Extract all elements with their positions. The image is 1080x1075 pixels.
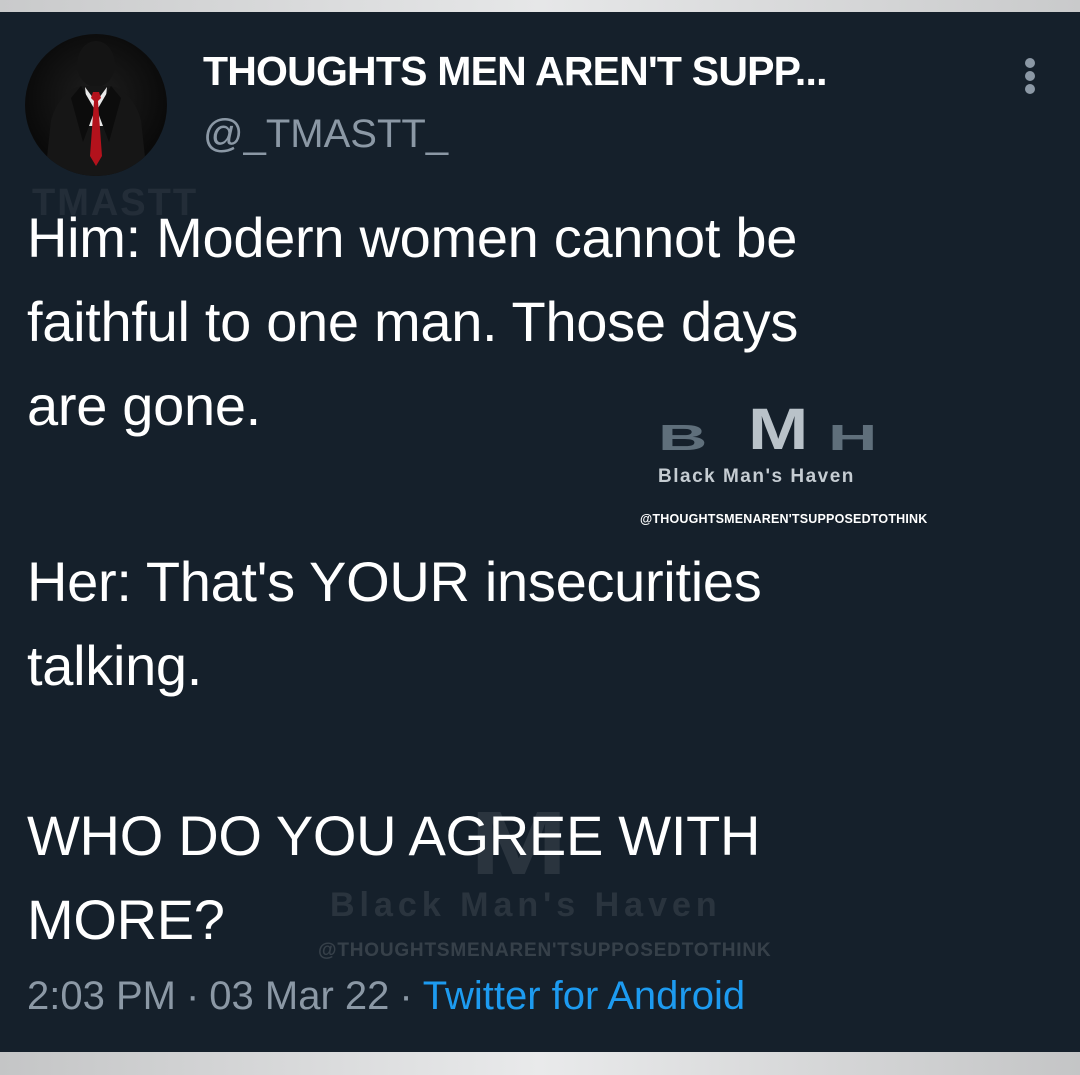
suited-man-avatar-icon <box>45 41 147 176</box>
tweet-text-line: Him: Modern women cannot be <box>27 206 798 269</box>
tweet-source-link[interactable]: Twitter for Android <box>423 974 745 1018</box>
meta-separator: · <box>185 974 200 1018</box>
tweet-text-line: Her: That's YOUR insecurities <box>27 550 762 613</box>
tweet-text-paragraph: Her: That's YOUR insecurities talking. <box>27 540 762 708</box>
tweet-text-paragraph: WHO DO YOU AGREE WITH MORE? <box>27 794 760 962</box>
watermark-letter-b: B <box>658 417 712 458</box>
author-display-name[interactable]: THOUGHTS MEN AREN'T SUPP... <box>203 48 828 95</box>
tweet-text-line: WHO DO YOU AGREE WITH <box>27 804 761 867</box>
watermark-letter-m: M <box>748 397 809 462</box>
frame-bottom-border <box>0 1052 1080 1075</box>
more-vertical-icon-dot <box>1025 84 1035 94</box>
tweet-text-line: faithful to one man. Those days <box>27 290 799 353</box>
author-avatar[interactable] <box>25 34 167 176</box>
watermark-letter-h: H <box>828 417 882 458</box>
watermark-handle: @THOUGHTSMENAREN'TSUPPOSEDTOTHINK <box>640 512 928 526</box>
tweet-date[interactable]: 03 Mar 22 <box>209 974 389 1018</box>
meta-separator: · <box>399 974 413 1018</box>
more-options-button[interactable] <box>1010 54 1050 98</box>
tweet-meta: 2:03 PM · 03 Mar 22 · Twitter for Android <box>27 974 745 1019</box>
tweet-time[interactable]: 2:03 PM <box>27 974 176 1018</box>
author-handle[interactable]: @_TMASTT_ <box>203 112 448 157</box>
watermark-tagline: Black Man's Haven <box>658 466 855 487</box>
tweet-text-line: talking. <box>27 634 203 697</box>
watermark-logo-letters: B M H <box>658 397 878 462</box>
frame-top-border <box>0 0 1080 12</box>
tweet-text-line: MORE? <box>27 888 225 951</box>
tweet-card: TMASTT THOUGHTS MEN AREN'T SUPP... @_TMA… <box>0 12 1080 1052</box>
more-vertical-icon-dot <box>1025 71 1035 81</box>
more-vertical-icon <box>1025 58 1035 68</box>
watermark-logo: B M H Black Man's Haven <box>658 397 878 488</box>
